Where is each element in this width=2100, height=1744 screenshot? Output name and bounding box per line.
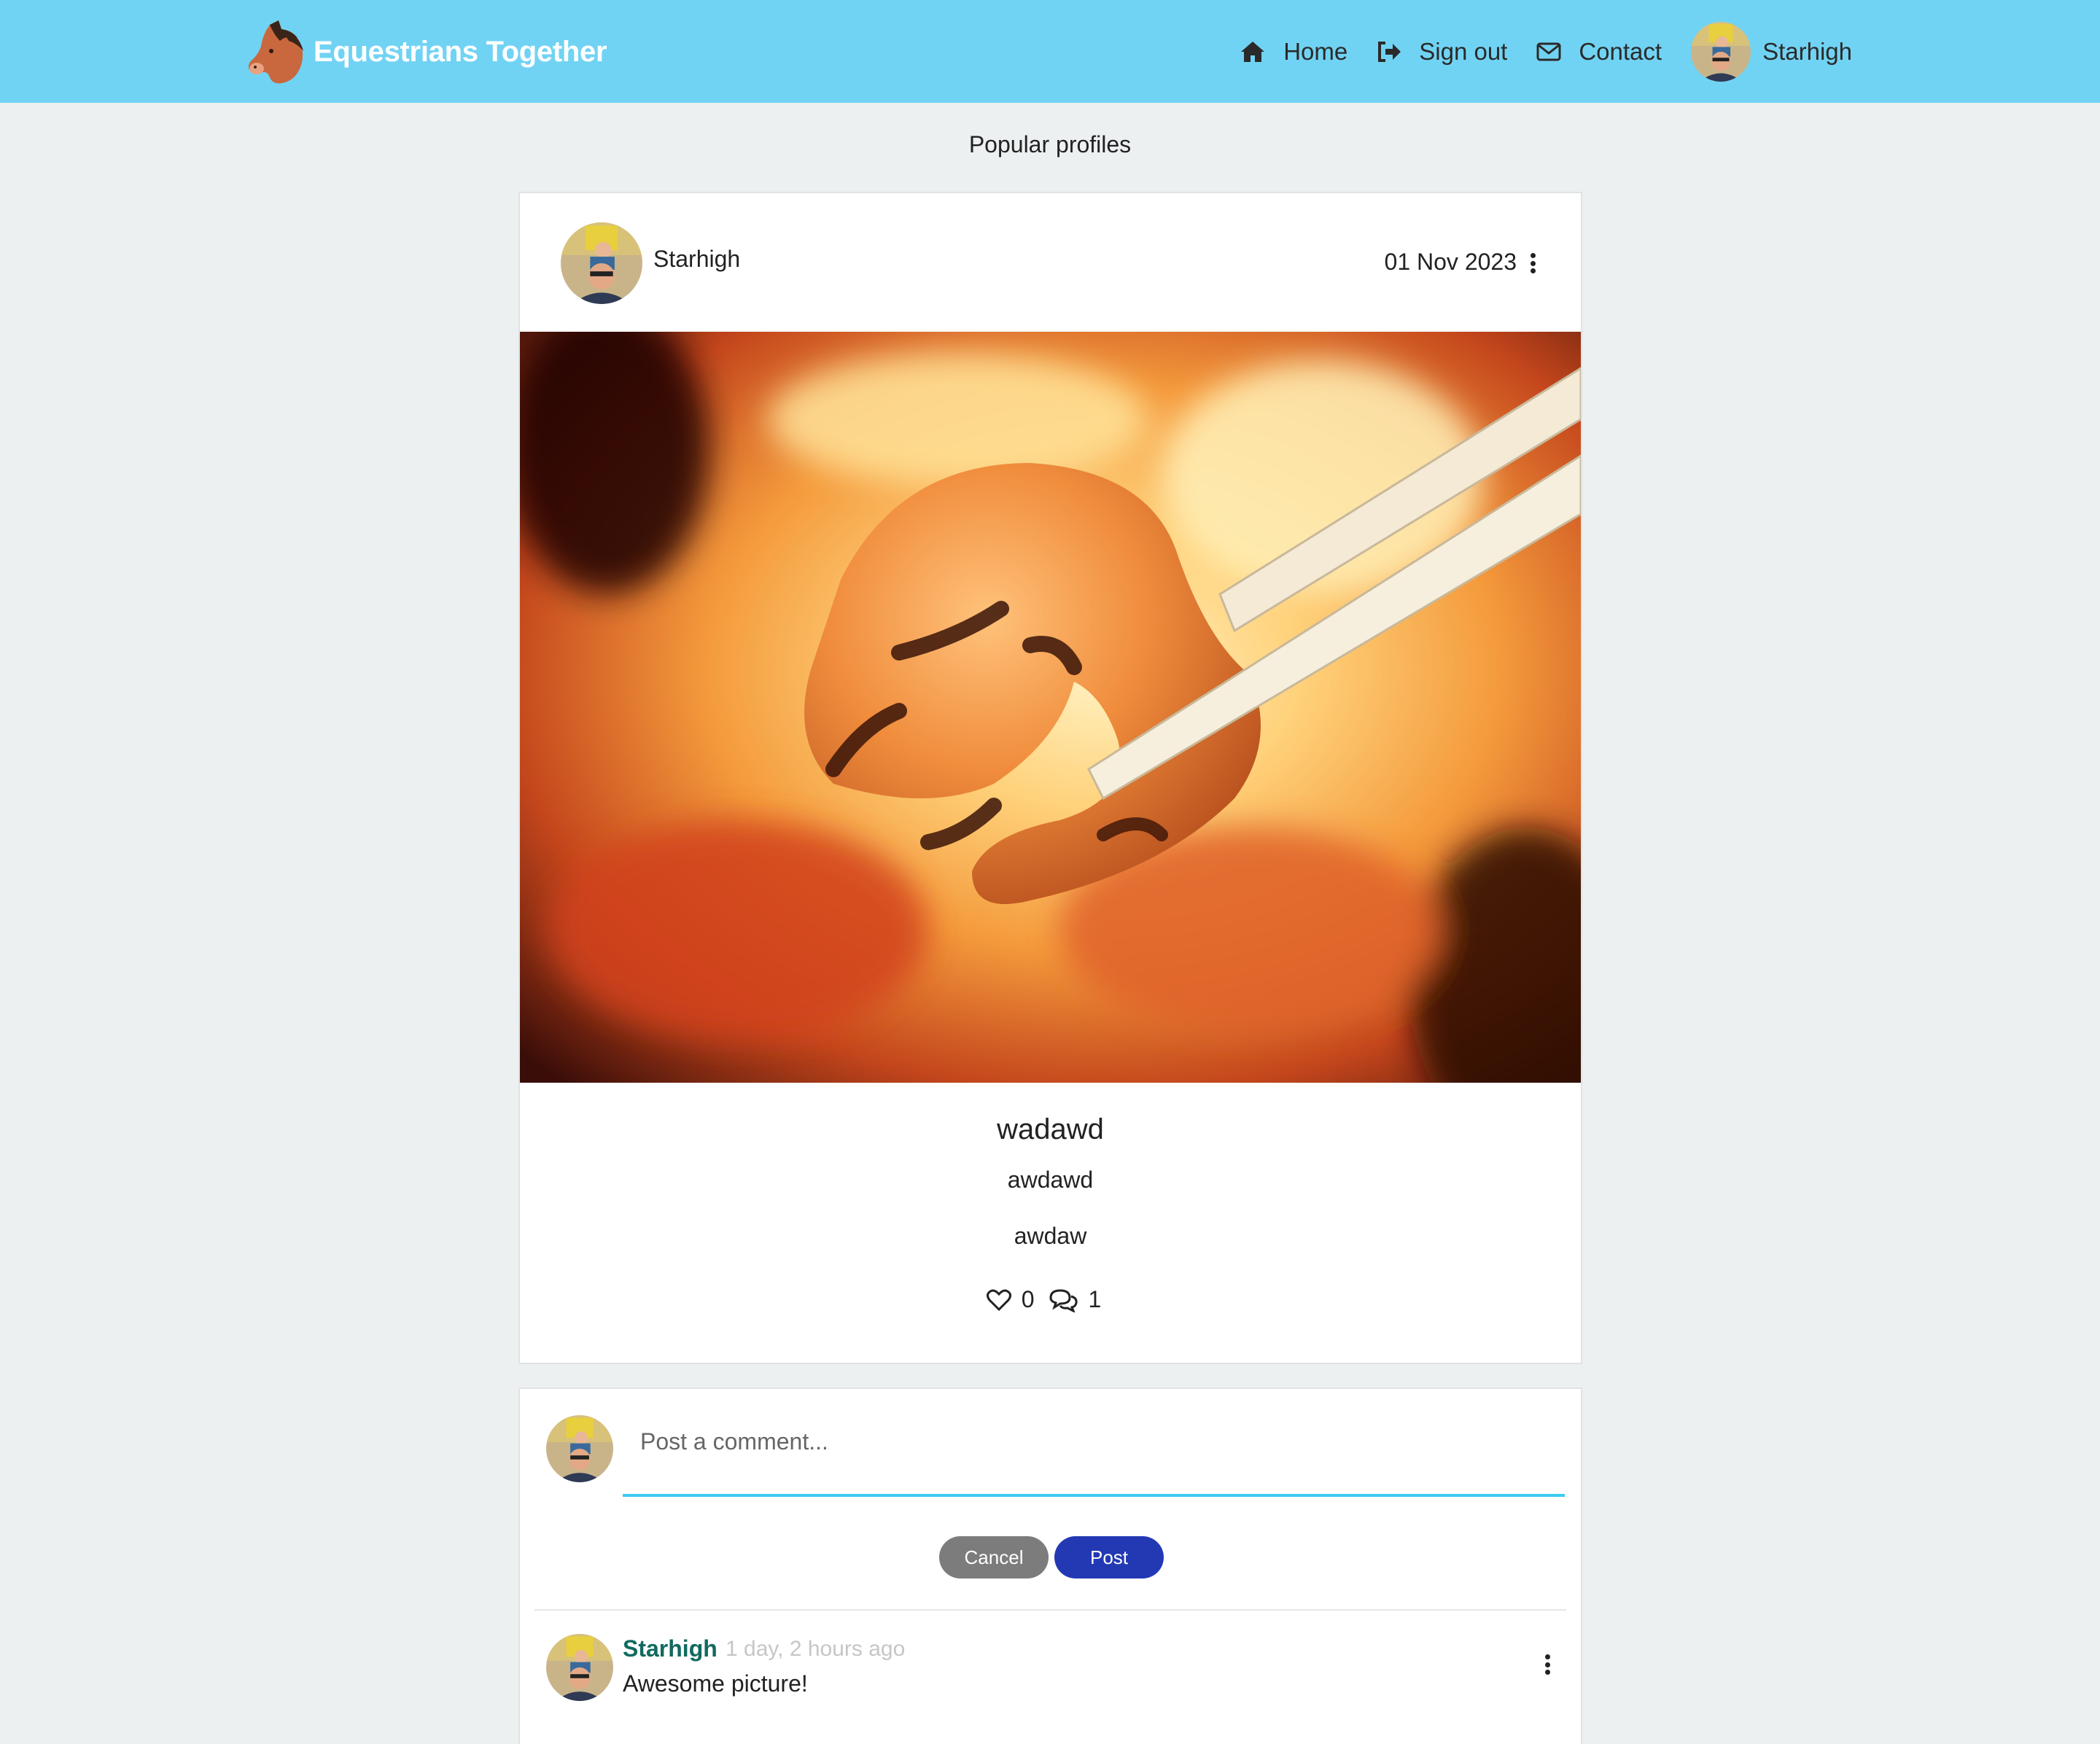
nav-contact-label: Contact <box>1579 37 1662 65</box>
post-date: 01 Nov 2023 <box>1384 249 1517 275</box>
navbar: Equestrians Together Home Sign out Conta… <box>0 0 2100 103</box>
home-icon <box>1241 41 1265 62</box>
nav-home-label: Home <box>1283 37 1348 65</box>
divider <box>534 1609 1566 1611</box>
cancel-button[interactable]: Cancel <box>939 1536 1049 1578</box>
heart-icon[interactable] <box>986 1289 1011 1311</box>
post-stats: 0 1 <box>520 1286 1581 1313</box>
post-owner-name[interactable]: Starhigh <box>653 246 740 273</box>
envelope-icon <box>1536 42 1561 61</box>
sign-out-icon <box>1378 41 1401 62</box>
post-card: Starhigh 01 Nov 2023 wadawd awdawd awdaw… <box>518 192 1582 1364</box>
nav-home[interactable]: Home <box>1240 38 1348 66</box>
nav-sign-out-label: Sign out <box>1419 37 1508 65</box>
comment-form-avatar[interactable] <box>546 1415 613 1482</box>
brand-link[interactable]: Equestrians Together <box>241 19 607 85</box>
post-more-options-icon[interactable] <box>1525 249 1540 278</box>
comments-count: 1 <box>1088 1286 1102 1312</box>
comments-icon[interactable] <box>1048 1288 1078 1312</box>
post-content: awdaw <box>1014 1223 1087 1249</box>
post-comment-button[interactable]: Post <box>1054 1536 1164 1578</box>
comment-timestamp: 1 day, 2 hours ago <box>726 1637 906 1661</box>
popular-profiles-heading: Popular profiles <box>968 131 1132 157</box>
comment-text: Awesome picture! <box>623 1670 808 1697</box>
comment-input[interactable] <box>623 1405 1565 1497</box>
post-title: wadawd <box>997 1113 1104 1145</box>
nav-links: Home Sign out Contact Starhigh <box>1210 0 1852 103</box>
nav-profile[interactable]: Starhigh <box>1691 22 1852 82</box>
likes-count: 0 <box>1021 1286 1035 1312</box>
post-owner-avatar[interactable] <box>561 222 642 304</box>
comment-owner[interactable]: Starhigh <box>623 1635 718 1662</box>
nav-profile-label: Starhigh <box>1762 37 1852 65</box>
nav-contact[interactable]: Contact <box>1536 38 1662 66</box>
post-body: wadawd awdawd awdaw 0 1 <box>520 1083 1581 1313</box>
comment-owner-avatar[interactable] <box>546 1634 613 1701</box>
comments-card: Cancel Post Starhigh 1 day, 2 hours ago … <box>518 1387 1582 1744</box>
post-header: Starhigh 01 Nov 2023 <box>520 193 1581 332</box>
brand-name: Equestrians Together <box>314 35 607 68</box>
post-subtitle: awdawd <box>1007 1167 1094 1193</box>
comment-more-options-icon[interactable] <box>1540 1650 1555 1679</box>
horse-logo-icon <box>248 20 303 84</box>
post-image <box>520 332 1581 1083</box>
avatar <box>1691 22 1751 82</box>
nav-sign-out[interactable]: Sign out <box>1377 38 1507 66</box>
